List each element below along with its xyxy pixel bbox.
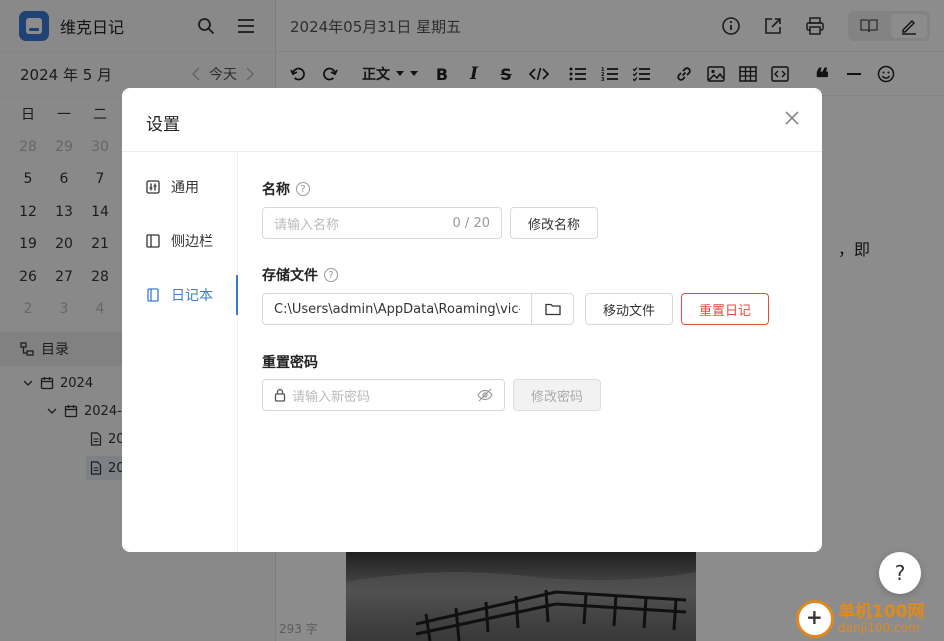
reset-diary-button[interactable]: 重置日记 (681, 293, 769, 325)
eye-off-icon[interactable] (477, 388, 493, 402)
name-section-label: 名称 ? (262, 179, 310, 199)
settings-nav-sidebar[interactable]: 侧边栏 (122, 221, 238, 261)
notebook-name-input[interactable]: 请输入名称 0 / 20 (262, 207, 502, 239)
password-label-text: 重置密码 (262, 355, 318, 371)
site-watermark: 单机100网 danji100.com (796, 600, 925, 638)
settings-dialog-header: 设置 (122, 88, 822, 152)
storage-path-field[interactable]: C:\Users\admin\AppData\Roaming\vic-c (262, 293, 574, 325)
watermark-line2: danji100.com (838, 620, 920, 635)
close-icon[interactable] (780, 106, 804, 130)
notebook-name-placeholder: 请输入名称 (274, 217, 340, 233)
settings-nav: 通用 侧边栏 日记本 (122, 152, 238, 552)
storage-path-value: C:\Users\admin\AppData\Roaming\vic-c (274, 301, 520, 317)
help-circle-icon[interactable]: ? (296, 182, 310, 196)
notebook-name-counter: 0 / 20 (452, 216, 490, 231)
settings-nav-label: 通用 (171, 180, 199, 196)
settings-dialog-title: 设置 (146, 115, 180, 135)
sidebar-layout-icon (146, 234, 160, 248)
settings-nav-notebook[interactable]: 日记本 (122, 275, 238, 315)
change-password-button: 修改密码 (513, 379, 601, 411)
folder-icon[interactable] (531, 294, 573, 324)
help-button[interactable]: ? (879, 552, 921, 594)
new-password-placeholder: 请输入新密码 (292, 389, 371, 405)
watermark-logo-icon (796, 600, 834, 638)
sliders-icon (146, 180, 160, 194)
settings-nav-label: 侧边栏 (171, 234, 213, 250)
notebook-icon (146, 288, 160, 302)
storage-label-text: 存储文件 (262, 268, 318, 284)
storage-section-label: 存储文件 ? (262, 265, 338, 285)
watermark-line1: 单机100网 (838, 602, 925, 623)
settings-dialog: 设置 通用 侧边栏 日记本 名称 ? 请输入名称 0 / 20 修改名称 存储文… (122, 88, 822, 552)
watermark-text: 单机100网 danji100.com (838, 603, 925, 635)
name-label-text: 名称 (262, 182, 290, 198)
settings-nav-label: 日记本 (171, 288, 213, 304)
lock-icon (274, 388, 286, 402)
password-section-label: 重置密码 (262, 352, 318, 372)
new-password-input[interactable]: 请输入新密码 (262, 379, 505, 411)
help-circle-icon[interactable]: ? (324, 268, 338, 282)
settings-notebook-panel: 名称 ? 请输入名称 0 / 20 修改名称 存储文件 ? C:\Users\a… (262, 152, 822, 552)
rename-button[interactable]: 修改名称 (510, 207, 598, 239)
move-file-button[interactable]: 移动文件 (585, 293, 673, 325)
settings-nav-general[interactable]: 通用 (122, 167, 238, 207)
